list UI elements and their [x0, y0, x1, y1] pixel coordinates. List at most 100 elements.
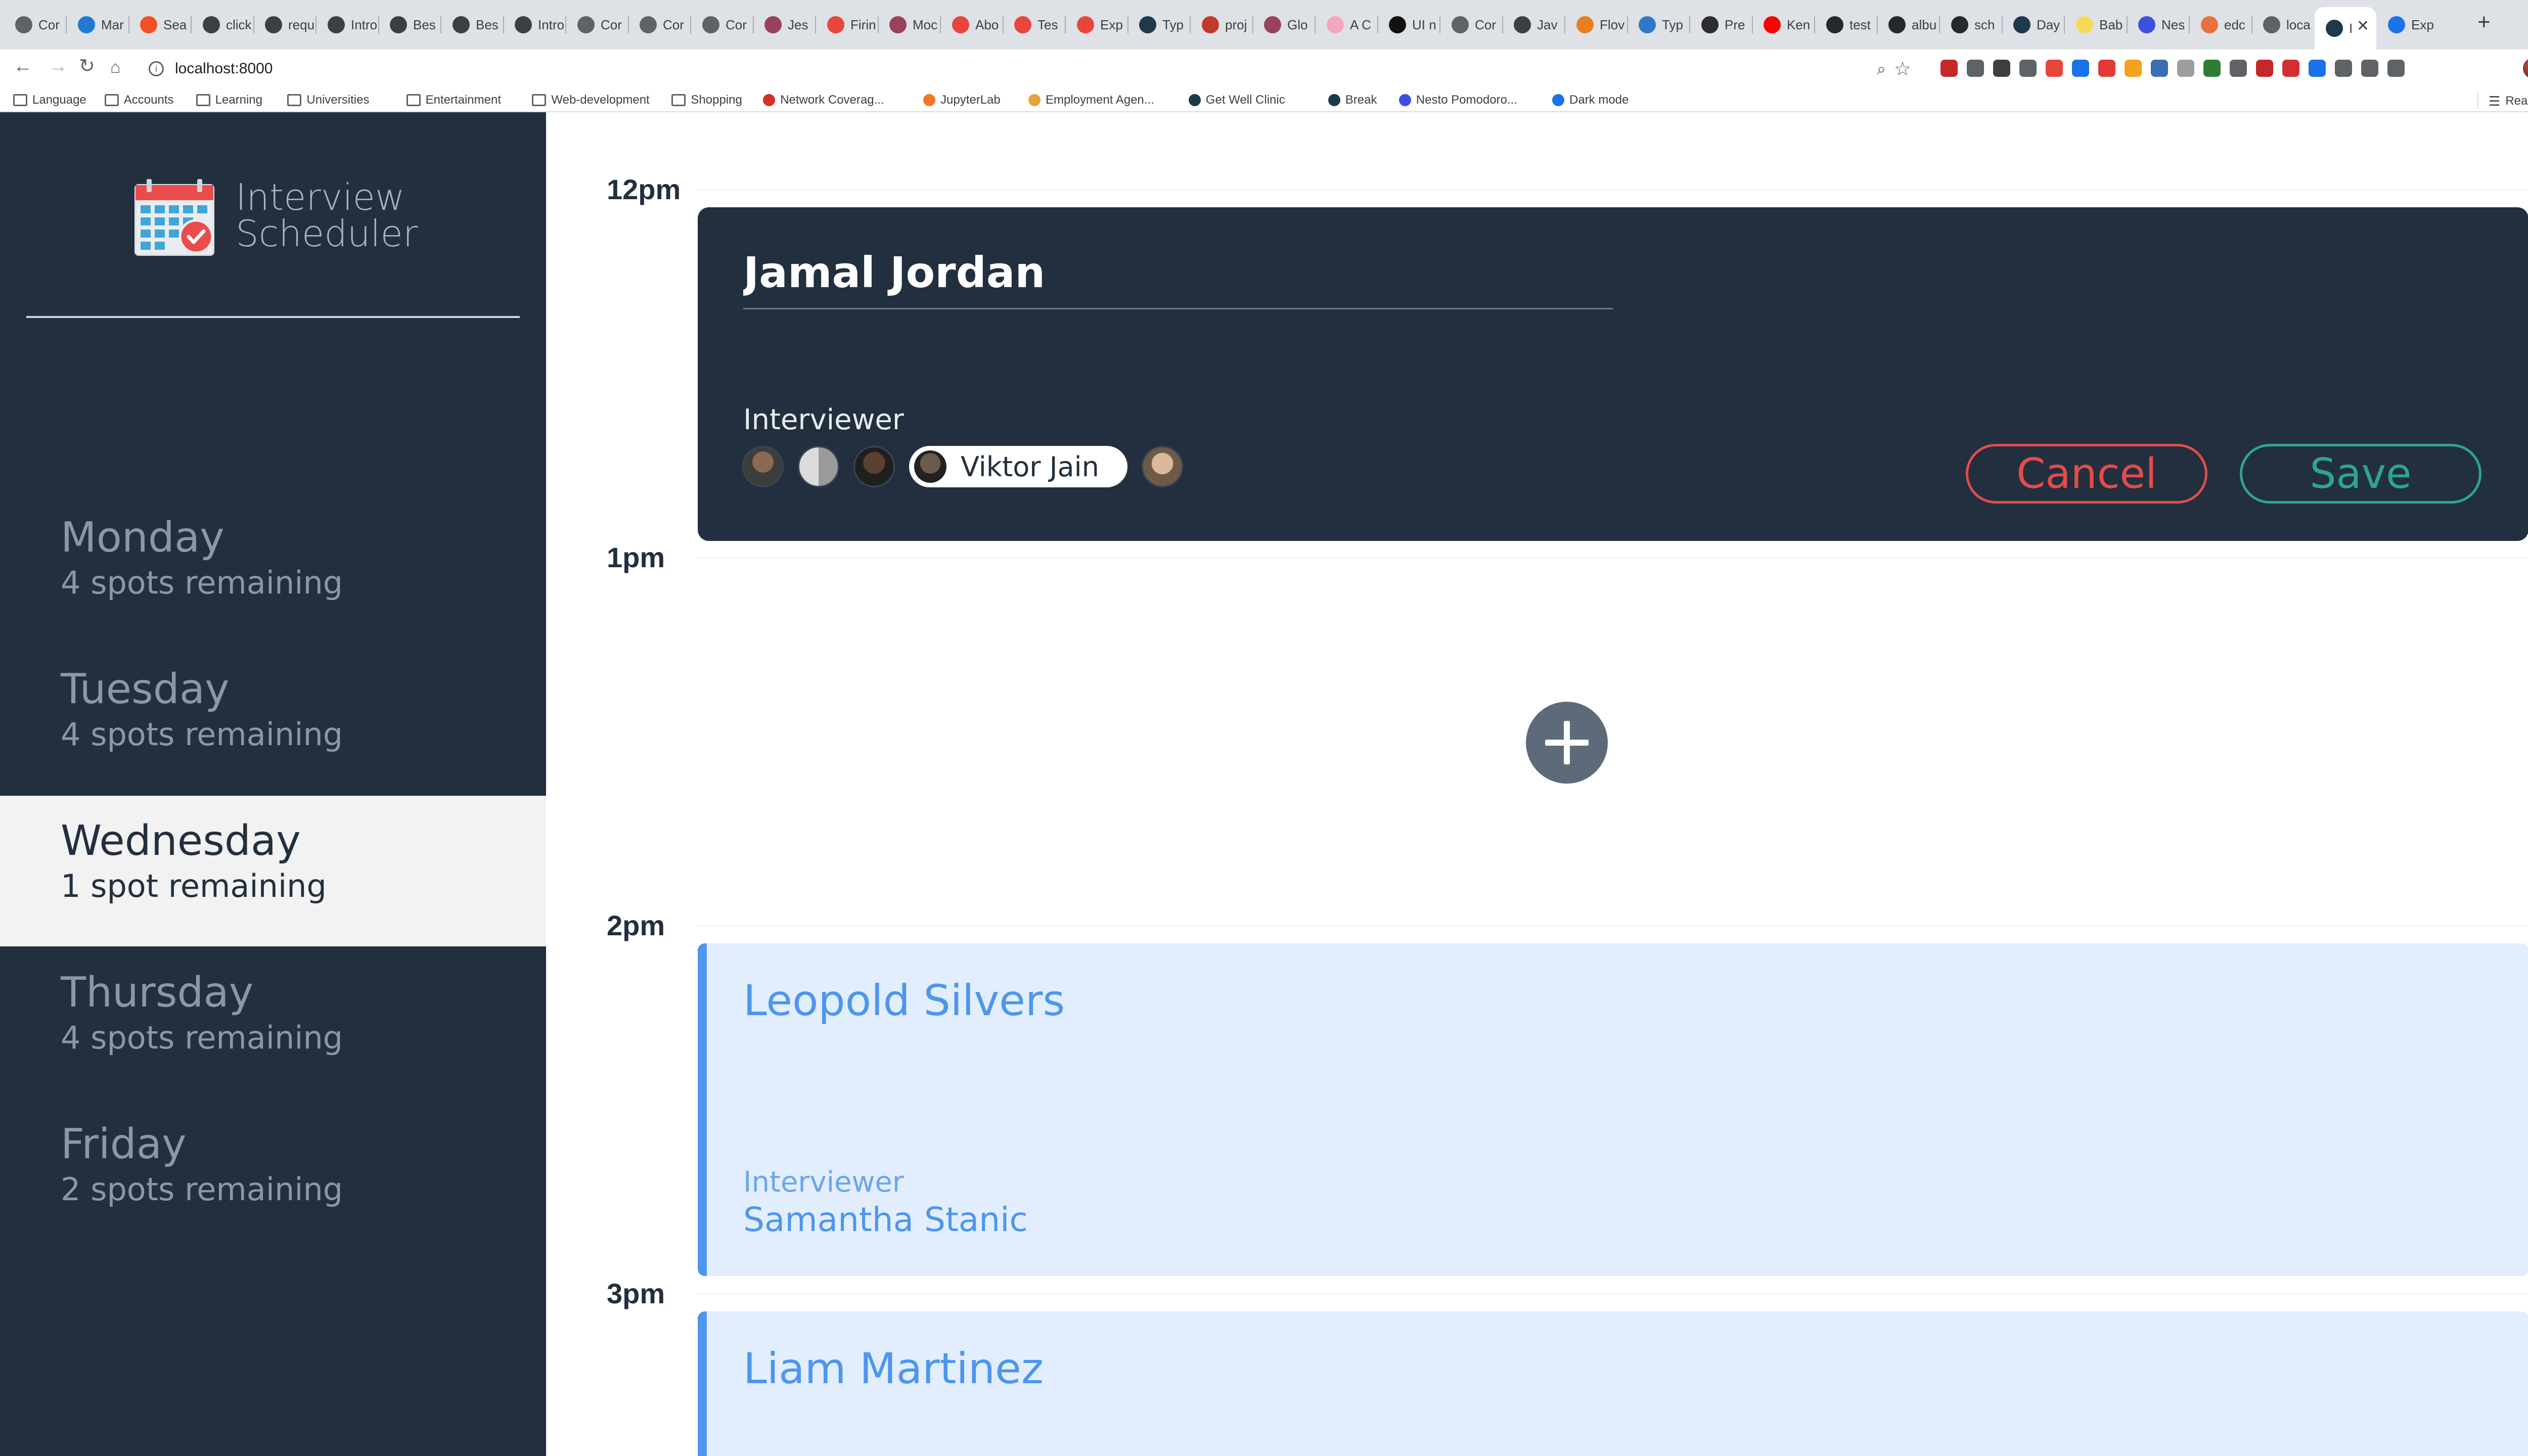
appointment-card[interactable]: Leopold Silvers Interviewer Samantha Sta…	[698, 943, 2528, 1276]
save-button[interactable]: Save	[2240, 444, 2481, 504]
day-item-monday[interactable]: Monday 4 spots remaining	[0, 492, 546, 643]
bookmark-item[interactable]: Employment Agen...	[1028, 93, 1154, 107]
reading-list-button[interactable]: ☰ Reading List	[2477, 93, 2528, 109]
browser-tab[interactable]: Bes	[441, 7, 503, 42]
profile-avatar[interactable]	[2523, 58, 2528, 79]
browser-tab[interactable]: Typ	[1628, 7, 1689, 42]
extension-icon[interactable]	[2282, 60, 2299, 77]
folder-icon	[13, 94, 27, 106]
bookmark-item[interactable]: Entertainment	[406, 93, 501, 107]
extension-icon[interactable]	[2098, 60, 2115, 77]
extension-icon[interactable]	[2072, 60, 2089, 77]
extension-icon[interactable]	[1967, 60, 1984, 77]
interviewer-avatar[interactable]	[853, 446, 895, 487]
browser-tab[interactable]: Cor	[628, 7, 690, 42]
browser-tab[interactable]: albu	[1877, 7, 1939, 42]
browser-tab[interactable]: Typ	[1128, 7, 1190, 42]
bookmark-item[interactable]: Network Coverag...	[763, 93, 884, 107]
browser-tab[interactable]: Cor	[4, 7, 66, 42]
extension-icon[interactable]	[2361, 60, 2378, 77]
browser-tab[interactable]: requ	[254, 7, 315, 42]
bookmark-item[interactable]: Universities	[287, 93, 369, 107]
extension-icon[interactable]	[2256, 60, 2273, 77]
extension-icon[interactable]	[2230, 60, 2247, 77]
browser-tab[interactable]: loca	[2252, 7, 2314, 42]
browser-tab[interactable]: Abo	[941, 7, 1003, 42]
browser-tab[interactable]: proj	[1191, 7, 1252, 42]
extension-icon[interactable]	[2019, 60, 2037, 77]
extension-icon[interactable]	[2335, 60, 2352, 77]
browser-tab[interactable]: Intro	[504, 7, 565, 42]
interviewer-avatar[interactable]	[742, 446, 784, 487]
browser-tab[interactable]: UI n	[1378, 7, 1439, 42]
extension-icon[interactable]	[1940, 60, 1958, 77]
browser-tab[interactable]: Exp	[2377, 7, 2439, 42]
bookmark-item[interactable]: Dark mode	[1552, 93, 1629, 107]
extension-icon[interactable]	[2203, 60, 2221, 77]
zoom-icon[interactable]: ⌕	[1877, 60, 1886, 79]
student-name-input[interactable]	[743, 244, 1613, 309]
interviewer-item-selected[interactable]: Viktor Jain	[909, 446, 1127, 487]
cancel-button[interactable]: Cancel	[1966, 444, 2207, 504]
extension-icon[interactable]	[1993, 60, 2010, 77]
appointment-card[interactable]: Liam Martinez	[698, 1311, 2528, 1456]
browser-tab[interactable]: Ken	[1752, 7, 1814, 42]
day-item-wednesday[interactable]: Wednesday 1 spot remaining	[0, 796, 546, 946]
browser-tab[interactable]: Exp	[1066, 7, 1127, 42]
browser-tab[interactable]: click	[192, 7, 253, 42]
browser-tab[interactable]: A C	[1316, 7, 1377, 42]
browser-tab[interactable]: Mar	[67, 7, 128, 42]
bookmark-item[interactable]: Learning	[196, 93, 262, 107]
bookmark-item[interactable]: JupyterLab	[923, 93, 1001, 107]
browser-tab[interactable]: Pre	[1690, 7, 1752, 42]
bookmark-item[interactable]: Break	[1328, 93, 1377, 107]
day-item-thursday[interactable]: Thursday 4 spots remaining	[0, 947, 546, 1098]
bookmark-item[interactable]: Get Well Clinic	[1188, 93, 1285, 107]
home-icon[interactable]: ⌂	[110, 59, 121, 76]
close-tab-icon[interactable]: ✕	[2357, 17, 2369, 35]
extension-icon[interactable]	[2125, 60, 2142, 77]
site-info-icon[interactable]: i	[149, 61, 164, 76]
browser-tab[interactable]: Bab	[2065, 7, 2127, 42]
interviewer-avatar[interactable]	[1142, 446, 1183, 487]
extension-icon[interactable]	[2387, 60, 2405, 77]
back-arrow-icon[interactable]: ←	[13, 57, 32, 76]
browser-tab[interactable]: I ✕	[2315, 7, 2376, 50]
forward-arrow-icon[interactable]: →	[49, 57, 68, 76]
extension-icon[interactable]	[2151, 60, 2168, 77]
bookmark-item[interactable]: Nesto Pomodoro...	[1398, 93, 1517, 107]
bookmark-item[interactable]: Language	[13, 93, 86, 107]
browser-tab[interactable]: Intro	[317, 7, 378, 42]
browser-tab[interactable]: Cor	[691, 7, 753, 42]
browser-tab[interactable]: Bes	[379, 7, 440, 42]
browser-tab[interactable]: edc	[2190, 7, 2251, 42]
browser-tab[interactable]: Nes	[2127, 7, 2189, 42]
bookmark-item[interactable]: Web-development	[532, 93, 650, 107]
browser-tab[interactable]: test	[1815, 7, 1877, 42]
extension-icon[interactable]	[2177, 60, 2194, 77]
add-appointment-button[interactable]	[1526, 702, 1608, 784]
browser-tab[interactable]: Cor	[566, 7, 628, 42]
bookmark-star-icon[interactable]: ☆	[1894, 58, 1911, 80]
browser-tab[interactable]: Sea	[129, 7, 191, 42]
browser-tab[interactable]: Jes	[753, 7, 815, 42]
browser-tab[interactable]: Day	[2002, 7, 2064, 42]
new-tab-button[interactable]: +	[2477, 11, 2491, 33]
extension-icon[interactable]	[2309, 60, 2326, 77]
browser-tab[interactable]: Glo	[1253, 7, 1315, 42]
browser-tab[interactable]: Firin	[816, 7, 878, 42]
browser-tab[interactable]: Jav	[1503, 7, 1564, 42]
day-item-tuesday[interactable]: Tuesday 4 spots remaining	[0, 644, 546, 795]
interviewer-avatar[interactable]	[798, 446, 839, 487]
reload-icon[interactable]: ↻	[79, 57, 95, 76]
browser-tab[interactable]: Cor	[1440, 7, 1502, 42]
browser-tab[interactable]: Flov	[1565, 7, 1627, 42]
bookmark-item[interactable]: Accounts	[104, 93, 174, 107]
browser-tab[interactable]: sch	[1940, 7, 2002, 42]
browser-tab[interactable]: Tes	[1003, 7, 1065, 42]
address-bar[interactable]: i localhost:8000 ⌕ ☆	[142, 54, 1916, 84]
extension-icon[interactable]	[2046, 60, 2063, 77]
day-item-friday[interactable]: Friday 2 spots remaining	[0, 1099, 546, 1250]
bookmark-item[interactable]: Shopping	[671, 93, 742, 107]
browser-tab[interactable]: Moc	[878, 7, 940, 42]
